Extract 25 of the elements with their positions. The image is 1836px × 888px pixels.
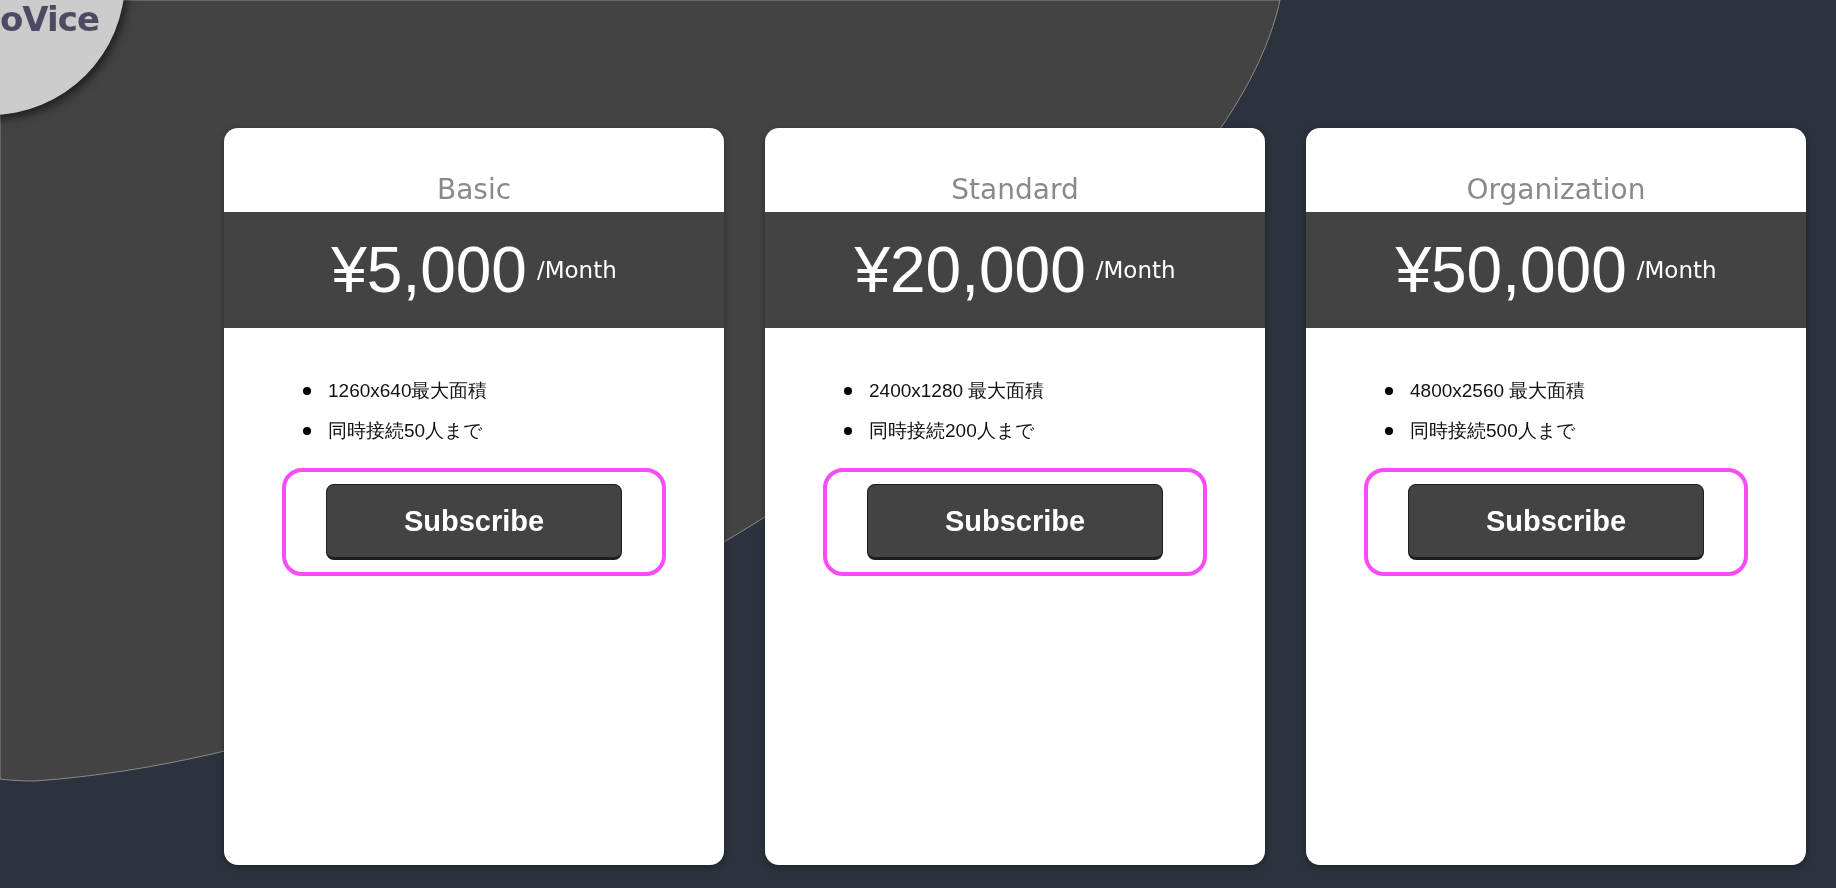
plan-price: ¥20,000: [854, 235, 1086, 305]
feature-text: 同時接続50人まで: [328, 419, 483, 443]
feature-text: 同時接続200人まで: [869, 419, 1034, 443]
price-period: /Month: [536, 256, 617, 284]
logo-text[interactable]: oVice: [0, 0, 99, 38]
subscribe-button[interactable]: Subscribe: [1408, 484, 1704, 560]
feature-text: 4800x2560 最大面積: [1410, 379, 1586, 403]
feature-text: 同時接続500人まで: [1410, 419, 1575, 443]
plan-name: Basic: [436, 172, 512, 208]
feature-text: 1260x640最大面積: [328, 379, 488, 403]
bullet-icon: [303, 387, 311, 395]
bullet-icon: [1385, 427, 1393, 435]
bullet-icon: [844, 387, 852, 395]
subscribe-button[interactable]: Subscribe: [326, 484, 622, 560]
plan-price: ¥50,000: [1395, 235, 1627, 305]
bullet-icon: [1385, 387, 1393, 395]
plan-price: ¥5,000: [331, 235, 527, 305]
bullet-icon: [303, 427, 311, 435]
price-period: /Month: [1095, 256, 1176, 284]
bullet-icon: [844, 427, 852, 435]
plan-name: Standard: [951, 172, 1079, 208]
plan-name: Organization: [1466, 172, 1646, 208]
price-period: /Month: [1636, 256, 1717, 284]
subscribe-button[interactable]: Subscribe: [867, 484, 1163, 560]
feature-text: 2400x1280 最大面積: [869, 379, 1045, 403]
